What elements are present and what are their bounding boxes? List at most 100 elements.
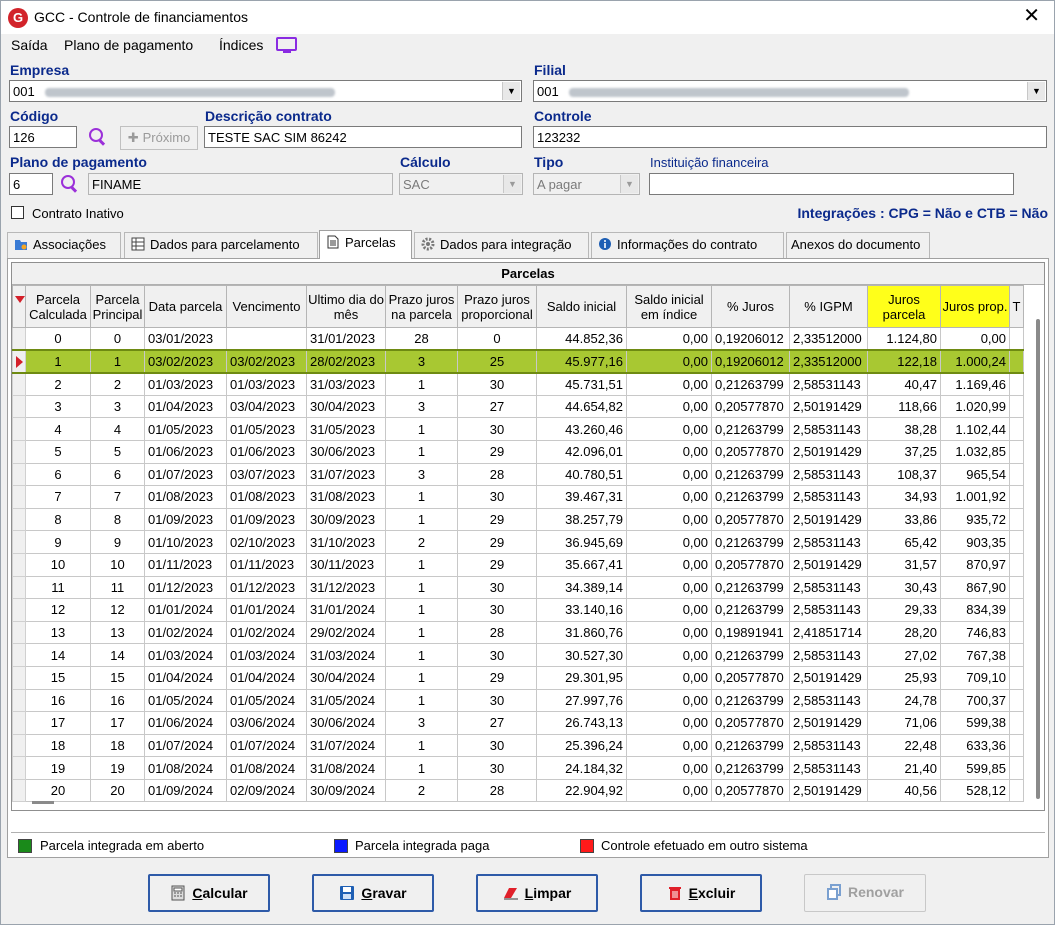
row-indicator[interactable] — [12, 372, 26, 396]
table-cell[interactable]: 7 — [25, 485, 91, 509]
table-cell[interactable]: 1 — [385, 688, 458, 713]
table-cell[interactable]: 1 — [385, 417, 458, 441]
table-cell[interactable]: 31.860,76 — [536, 620, 627, 645]
controle-input[interactable]: 123232 — [533, 126, 1047, 148]
col-vencimento[interactable]: Vencimento — [226, 285, 307, 328]
table-cell[interactable]: 2,58531143 — [789, 598, 868, 622]
table-cell[interactable]: 29,33 — [867, 598, 941, 622]
table-cell[interactable]: 3 — [385, 394, 458, 419]
table-cell[interactable]: 633,36 — [940, 733, 1010, 758]
table-cell[interactable]: 31/07/2023 — [306, 462, 386, 487]
table-cell[interactable]: 2,58531143 — [789, 643, 868, 667]
table-cell[interactable]: 01/11/2023 — [144, 552, 227, 577]
row-indicator[interactable] — [12, 462, 26, 487]
table-cell[interactable]: 30/09/2023 — [306, 507, 386, 532]
table-cell[interactable]: 25,93 — [867, 665, 941, 690]
table-cell[interactable]: 0,20577870 — [711, 507, 790, 532]
table-cell[interactable]: 03/07/2023 — [226, 462, 307, 487]
table-cell[interactable]: 0,19891941 — [711, 620, 790, 645]
table-cell[interactable]: 2,50191429 — [789, 394, 868, 419]
table-cell[interactable]: 30 — [457, 688, 537, 713]
table-cell[interactable]: 0,00 — [626, 688, 712, 713]
table-cell[interactable]: 0,00 — [626, 733, 712, 758]
table-cell[interactable]: 2 — [90, 372, 145, 396]
table-cell[interactable]: 599,38 — [940, 711, 1010, 735]
table-cell[interactable]: 01/03/2023 — [144, 372, 227, 396]
table-cell[interactable]: 33,86 — [867, 507, 941, 532]
gravar-button[interactable]: Gravar — [312, 874, 434, 912]
table-cell[interactable]: 25.396,24 — [536, 733, 627, 758]
table-cell[interactable]: 01/03/2024 — [144, 643, 227, 667]
table-cell[interactable]: 30/09/2024 — [306, 778, 386, 803]
table-cell[interactable]: 16 — [90, 688, 145, 713]
table-cell[interactable]: 867,90 — [940, 575, 1010, 600]
table-cell[interactable]: 01/09/2024 — [144, 778, 227, 803]
row-indicator[interactable] — [12, 756, 26, 780]
table-cell[interactable]: 30 — [457, 643, 537, 667]
magnifier-icon[interactable] — [61, 175, 77, 191]
table-cell[interactable]: 2,58531143 — [789, 733, 868, 758]
col-parcela-principal[interactable]: Parcela Principal — [90, 285, 145, 328]
table-cell[interactable]: 30 — [457, 417, 537, 441]
row-indicator[interactable] — [12, 394, 26, 419]
col-parcela-calculada[interactable]: Parcela Calculada — [25, 285, 91, 328]
table-cell[interactable]: 14 — [25, 643, 91, 667]
col-juros-prop[interactable]: Juros prop. — [940, 285, 1010, 328]
table-cell[interactable]: 9 — [25, 530, 91, 554]
chevron-down-icon[interactable]: ▼ — [502, 82, 520, 100]
table-row[interactable]: 9 9 01/10/2023 02/10/2023 31/10/2023 2 29 36.94… — [12, 530, 1024, 554]
table-cell[interactable]: 02/09/2024 — [226, 778, 307, 803]
table-cell[interactable]: 1 — [385, 643, 458, 667]
table-cell[interactable]: 2,50191429 — [789, 439, 868, 464]
table-cell[interactable]: 22,48 — [867, 733, 941, 758]
instituicao-input[interactable] — [649, 173, 1014, 195]
table-cell[interactable]: 2,58531143 — [789, 417, 868, 441]
table-cell[interactable]: 0,00 — [626, 349, 712, 374]
table-cell[interactable]: 27 — [457, 711, 537, 735]
table-cell[interactable]: 0,19206012 — [711, 327, 790, 351]
table-cell[interactable]: 0,21263799 — [711, 575, 790, 600]
table-cell[interactable]: 01/06/2023 — [226, 439, 307, 464]
table-cell[interactable]: 31/01/2023 — [306, 327, 386, 351]
table-cell[interactable]: 2,50191429 — [789, 552, 868, 577]
table-cell[interactable]: 01/05/2023 — [144, 417, 227, 441]
row-indicator[interactable] — [12, 711, 26, 735]
table-cell[interactable]: 2 — [385, 778, 458, 803]
close-icon[interactable]: ✕ — [1023, 5, 1040, 27]
table-cell[interactable]: 0,00 — [626, 711, 712, 735]
row-indicator[interactable] — [12, 733, 26, 758]
col-saldo-inicial-indice[interactable]: Saldo inicial em índice — [626, 285, 712, 328]
table-cell[interactable]: 45.731,51 — [536, 372, 627, 396]
codigo-input[interactable]: 126 — [9, 126, 77, 148]
table-cell[interactable]: 0,20577870 — [711, 552, 790, 577]
table-cell[interactable]: 20 — [25, 778, 91, 803]
table-cell[interactable]: 30/06/2023 — [306, 439, 386, 464]
table-cell[interactable]: 3 — [385, 462, 458, 487]
table-cell[interactable]: 0,00 — [626, 665, 712, 690]
table-cell[interactable]: 01/08/2023 — [226, 485, 307, 509]
table-cell[interactable]: 0,00 — [626, 439, 712, 464]
table-cell[interactable]: 0,00 — [626, 643, 712, 667]
table-cell[interactable]: 2,58531143 — [789, 530, 868, 554]
table-cell[interactable]: 30 — [457, 485, 537, 509]
table-cell[interactable]: 01/05/2024 — [226, 688, 307, 713]
table-cell[interactable]: 01/01/2024 — [144, 598, 227, 622]
table-cell[interactable]: 12 — [25, 598, 91, 622]
table-cell[interactable]: 31/03/2024 — [306, 643, 386, 667]
table-cell[interactable]: 44.852,36 — [536, 327, 627, 351]
tab-parcelas[interactable]: Parcelas — [319, 230, 412, 259]
table-cell[interactable]: 44.654,82 — [536, 394, 627, 419]
table-cell[interactable] — [226, 327, 307, 351]
table-cell[interactable]: 0,21263799 — [711, 462, 790, 487]
table-cell[interactable]: 33.140,16 — [536, 598, 627, 622]
table-cell[interactable]: 1.032,85 — [940, 439, 1010, 464]
table-cell[interactable]: 01/06/2024 — [144, 711, 227, 735]
table-row[interactable]: 10 10 01/11/2023 01/11/2023 30/11/2023 1 29 35.… — [12, 552, 1024, 577]
table-cell[interactable]: 0,20577870 — [711, 711, 790, 735]
table-cell[interactable]: 31/08/2024 — [306, 756, 386, 780]
table-cell[interactable]: 5 — [25, 439, 91, 464]
col-saldo-inicial[interactable]: Saldo inicial — [536, 285, 627, 328]
table-cell[interactable]: 22.904,92 — [536, 778, 627, 803]
row-indicator[interactable] — [12, 598, 26, 622]
table-cell[interactable]: 1 — [385, 552, 458, 577]
